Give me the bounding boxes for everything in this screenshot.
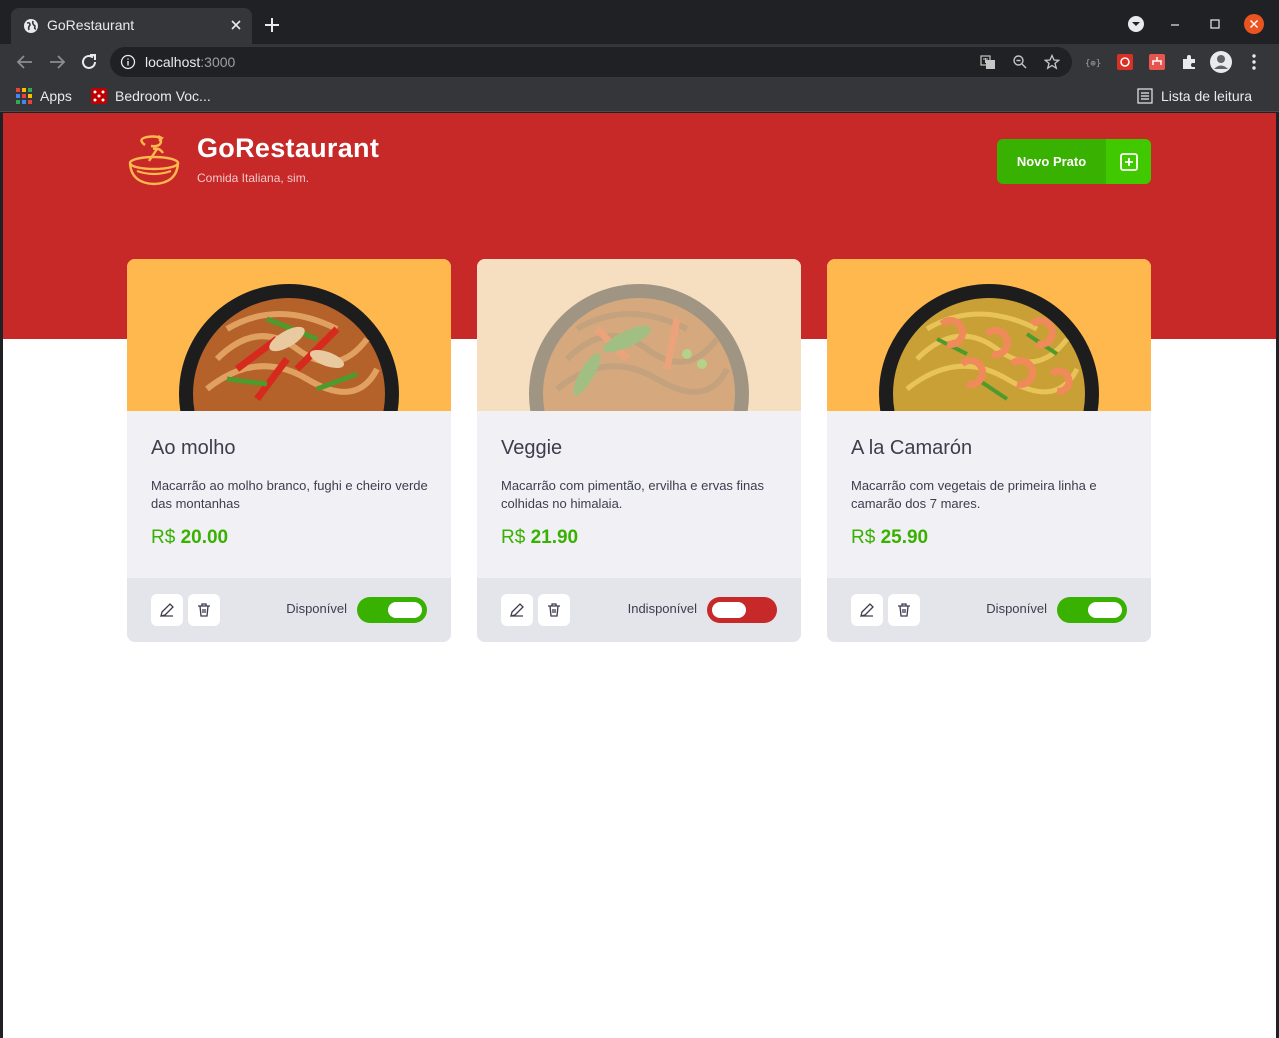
edit-button[interactable] [501, 594, 533, 626]
food-image [827, 259, 1151, 411]
food-description: Macarrão com vegetais de primeira linha … [851, 478, 1097, 511]
price-value: 25.90 [880, 527, 929, 548]
bedroom-voc-icon [91, 88, 107, 104]
address-bar[interactable]: localhost:3000 [110, 47, 1072, 77]
food-description: Macarrão ao molho branco, fughi e cheiro… [151, 478, 428, 511]
food-name: A la Camarón [851, 437, 973, 459]
food-description: Macarrão com pimentão, ervilha e ervas f… [501, 478, 765, 511]
food-image [477, 259, 801, 411]
extension-red-icon[interactable] [1115, 52, 1135, 72]
reading-list-icon [1137, 88, 1153, 104]
browser-chrome: GoRestaurant localhost:3000 {⊕} Apps Bed… [0, 0, 1279, 112]
browser-toolbar: localhost:3000 {⊕} [0, 44, 1279, 80]
bookmark-bedroom-voc[interactable]: Bedroom Voc... [91, 85, 211, 107]
profile-avatar-icon[interactable] [1209, 50, 1233, 74]
bowl-logo-icon [128, 135, 180, 186]
extensions-puzzle-icon[interactable] [1179, 52, 1199, 72]
forward-arrow-icon[interactable] [46, 51, 68, 73]
food-price: R$ 20.00 [151, 527, 228, 549]
apps-grid-icon [16, 88, 32, 104]
price-value: 21.90 [530, 527, 579, 548]
food-price: R$ 25.90 [851, 527, 928, 549]
extension-tree-icon[interactable] [1147, 52, 1167, 72]
page-content: GoRestaurant Comida Italiana, sim. Novo … [3, 113, 1276, 1038]
food-card: Ao molho Macarrão ao molho branco, fughi… [127, 259, 451, 642]
reading-list[interactable]: Lista de leitura [1137, 85, 1252, 107]
maximize-icon[interactable] [1205, 14, 1225, 34]
food-image [127, 259, 451, 411]
noodle-bowl-image [179, 284, 399, 411]
bookmark-star-icon[interactable] [1044, 54, 1060, 70]
window-close-icon[interactable] [1244, 14, 1264, 34]
bookmarks-bar: Apps Bedroom Voc... Lista de leitura [0, 80, 1279, 112]
availability-toggle[interactable] [707, 597, 777, 623]
availability-label: Disponível [986, 601, 1047, 616]
brand-title: GoRestaurant [197, 133, 380, 163]
shrimp-noodle-bowl-image [879, 284, 1099, 411]
availability-label: Indisponível [627, 601, 697, 616]
minimize-icon[interactable] [1165, 14, 1185, 34]
delete-button[interactable] [538, 594, 570, 626]
food-card-footer: Indisponível [477, 578, 801, 642]
availability-toggle[interactable] [357, 597, 427, 623]
price-currency: R$ [151, 527, 176, 548]
food-card-body: A la Camarón Macarrão com vegetais de pr… [827, 411, 1151, 578]
url-port: :3000 [200, 54, 236, 70]
svg-text:{⊕}: {⊕} [1085, 59, 1101, 69]
food-name: Ao molho [151, 437, 236, 459]
toggle-knob [388, 602, 422, 618]
toggle-knob [1088, 602, 1122, 618]
trash-icon [198, 603, 210, 617]
toggle-knob [712, 602, 746, 618]
globe-icon [24, 19, 38, 33]
bookmark-bedroom-voc-label: Bedroom Voc... [115, 88, 211, 104]
close-tab-icon[interactable] [227, 16, 245, 34]
price-currency: R$ [851, 527, 876, 548]
tab-search-icon[interactable] [1126, 14, 1146, 34]
pencil-icon [510, 603, 524, 617]
delete-button[interactable] [188, 594, 220, 626]
plus-square-icon [1106, 139, 1151, 184]
edit-button[interactable] [151, 594, 183, 626]
pencil-icon [860, 603, 874, 617]
edit-button[interactable] [851, 594, 883, 626]
delete-button[interactable] [888, 594, 920, 626]
food-card-body: Veggie Macarrão com pimentão, ervilha e … [477, 411, 801, 578]
tab-strip: GoRestaurant [0, 0, 1279, 44]
zoom-icon[interactable] [1012, 54, 1028, 70]
trash-icon [548, 603, 560, 617]
browser-menu-icon[interactable] [1244, 52, 1264, 72]
pencil-icon [160, 603, 174, 617]
price-value: 20.00 [180, 527, 229, 548]
food-price: R$ 21.90 [501, 527, 578, 549]
food-card: Veggie Macarrão com pimentão, ervilha e … [477, 259, 801, 642]
availability-toggle[interactable] [1057, 597, 1127, 623]
site-info-icon[interactable] [120, 54, 136, 70]
reload-icon[interactable] [78, 51, 100, 73]
noodle-bowl-image [529, 284, 749, 411]
url-host: localhost [145, 54, 201, 70]
new-dish-button-label: Novo Prato [1016, 154, 1087, 169]
bookmark-apps[interactable]: Apps [16, 85, 72, 107]
trash-icon [898, 603, 910, 617]
availability-label: Disponível [286, 601, 347, 616]
bookmark-apps-label: Apps [40, 88, 72, 104]
browser-tab[interactable]: GoRestaurant [11, 8, 252, 44]
food-card: A la Camarón Macarrão com vegetais de pr… [827, 259, 1151, 642]
new-dish-button[interactable]: Novo Prato [997, 139, 1151, 184]
translate-icon[interactable] [980, 54, 996, 70]
food-card-footer: Disponível [827, 578, 1151, 642]
food-card-body: Ao molho Macarrão ao molho branco, fughi… [127, 411, 451, 578]
food-card-footer: Disponível [127, 578, 451, 642]
brand-tagline: Comida Italiana, sim. [197, 171, 310, 185]
food-name: Veggie [501, 437, 563, 459]
new-tab-icon[interactable] [262, 15, 282, 35]
devtools-extension-icon[interactable]: {⊕} [1083, 52, 1103, 72]
url-text: localhost:3000 [145, 54, 235, 70]
tab-title: GoRestaurant [47, 17, 135, 33]
price-currency: R$ [501, 527, 526, 548]
back-arrow-icon[interactable] [14, 51, 36, 73]
reading-list-label: Lista de leitura [1161, 88, 1253, 104]
